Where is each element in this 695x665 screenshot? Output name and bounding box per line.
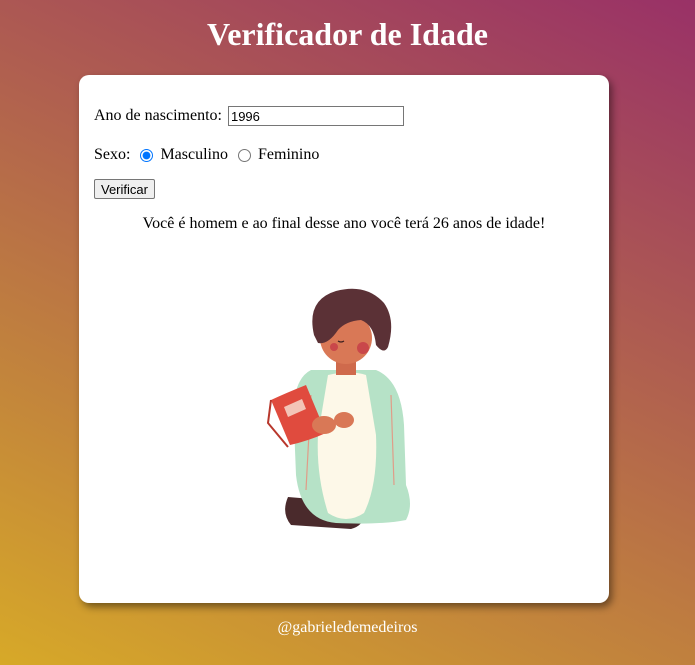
radio-feminino-label: Feminino <box>258 146 320 163</box>
birth-year-input[interactable] <box>227 106 404 127</box>
page-title: Verificador de Idade <box>207 16 488 52</box>
boy-reading-book-illustration <box>266 288 410 529</box>
birth-year-row: Ano de nascimento: <box>94 106 404 127</box>
result-message: Você é homem e ao final desse ano você t… <box>142 215 546 232</box>
sex-label: Sexo: <box>94 146 131 163</box>
birth-year-label: Ano de nascimento: <box>94 107 222 124</box>
footer-credit: @gabrieledemedeiros <box>277 619 418 636</box>
radio-feminino[interactable] <box>238 148 251 162</box>
radio-masculino[interactable] <box>140 148 154 162</box>
verifier-card: Ano de nascimento: Sexo: Masculino Femin… <box>79 75 609 603</box>
sex-row: Sexo: Masculino Feminino <box>94 145 319 165</box>
verify-button[interactable]: Verificar <box>94 179 155 199</box>
radio-masculino-label: Masculino <box>160 146 228 163</box>
